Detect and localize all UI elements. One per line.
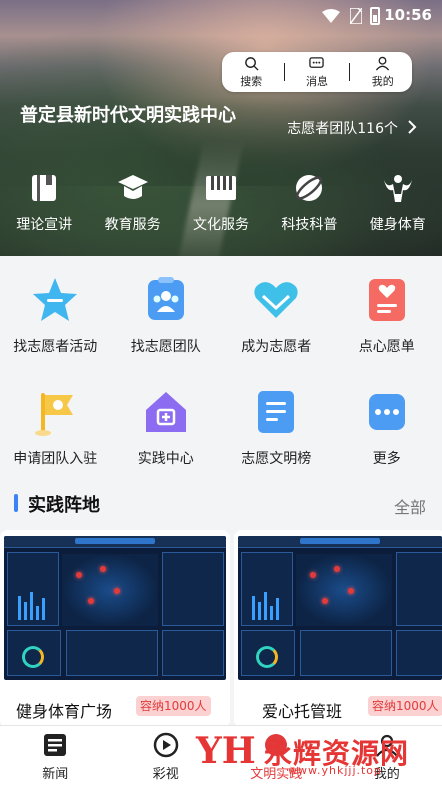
category-culture[interactable]: 文化服务 — [177, 170, 265, 234]
more-icon — [368, 394, 405, 430]
user-icon — [376, 56, 390, 70]
tab-profile[interactable]: 我的 — [332, 726, 442, 785]
message-button[interactable]: 消息 — [291, 56, 343, 89]
tab-news[interactable]: 新闻 — [0, 726, 111, 785]
section-header: 实践阵地 全部 — [0, 482, 442, 526]
battery-icon — [370, 7, 380, 25]
hero-banner: 10:56 搜索 消息 我的 普定县新时代文明实践中心 志愿者团队116个 理论… — [0, 0, 442, 256]
wifi-icon — [322, 9, 340, 23]
tab-civilization[interactable]: 文明实践 — [221, 726, 332, 785]
team-icon — [147, 277, 184, 320]
venue-list: 健身体育广场 容纳1000人 爱心托管班 容纳1000人 — [0, 530, 442, 728]
view-all-link[interactable]: 全部 — [394, 494, 426, 518]
house-icon — [145, 392, 186, 432]
category-education[interactable]: 教育服务 — [88, 170, 176, 234]
capacity-badge: 容纳1000人 — [136, 696, 211, 716]
mine-button[interactable]: 我的 — [357, 56, 409, 89]
venue-name: 爱心托管班 — [262, 702, 343, 721]
planet-icon — [296, 175, 323, 201]
venue-card[interactable]: 爱心托管班 容纳1000人 — [234, 530, 442, 728]
section-title: 实践阵地 — [28, 495, 100, 516]
piano-icon — [205, 176, 236, 200]
find-team-button[interactable]: 找志愿团队 — [111, 274, 222, 356]
wish-list-icon — [368, 279, 405, 321]
become-volunteer-button[interactable]: 成为志愿者 — [221, 274, 332, 356]
search-icon — [244, 56, 259, 71]
capacity-badge: 容纳1000人 — [368, 696, 442, 716]
graduation-cap-icon — [117, 175, 148, 199]
flag-icon — [35, 393, 74, 436]
more-button[interactable]: 更多 — [332, 386, 442, 468]
tab-video[interactable]: 彩视 — [111, 726, 222, 785]
category-fitness[interactable]: 健身体育 — [354, 170, 442, 234]
section-accent-bar — [14, 494, 18, 512]
play-icon — [153, 732, 178, 758]
news-icon — [44, 734, 67, 756]
status-bar: 10:56 — [0, 0, 442, 32]
chevron-right-icon — [408, 120, 417, 134]
sim-icon — [350, 8, 362, 24]
category-science[interactable]: 科技科普 — [265, 170, 353, 234]
search-button[interactable]: 搜索 — [225, 56, 277, 89]
volunteer-team-count: 志愿者团队116个 — [287, 121, 398, 137]
venue-thumbnail — [238, 536, 442, 680]
status-time: 10:56 — [384, 6, 432, 24]
top-action-pill: 搜索 消息 我的 — [222, 52, 412, 92]
category-row: 理论宣讲 教育服务 文化服务 科技科普 健身体育 — [0, 170, 442, 234]
service-grid: 找志愿者活动 找志愿团队 成为志愿者 点心愿单 申请团队入驻 实践中心 志愿文明… — [0, 256, 442, 480]
venue-name: 健身体育广场 — [16, 702, 113, 721]
category-theory[interactable]: 理论宣讲 — [0, 170, 88, 234]
profile-icon — [375, 734, 398, 757]
find-activity-button[interactable]: 找志愿者活动 — [0, 274, 111, 356]
bodybuilder-icon — [383, 175, 412, 202]
document-icon — [258, 391, 295, 433]
message-icon — [309, 56, 325, 68]
civilization-icon — [265, 734, 288, 756]
venue-card[interactable]: 健身体育广场 容纳1000人 — [0, 530, 230, 728]
venue-thumbnail — [4, 536, 226, 680]
heart-hands-icon — [254, 282, 298, 318]
apply-team-button[interactable]: 申请团队入驻 — [0, 386, 111, 468]
book-icon — [32, 175, 57, 201]
practice-center-button[interactable]: 实践中心 — [111, 386, 222, 468]
star-icon — [33, 278, 78, 321]
center-title: 普定县新时代文明实践中心 — [20, 105, 236, 126]
wish-list-button[interactable]: 点心愿单 — [332, 274, 442, 356]
bottom-nav: 新闻 彩视 文明实践 我的 — [0, 725, 442, 785]
civilization-rank-button[interactable]: 志愿文明榜 — [221, 386, 332, 468]
